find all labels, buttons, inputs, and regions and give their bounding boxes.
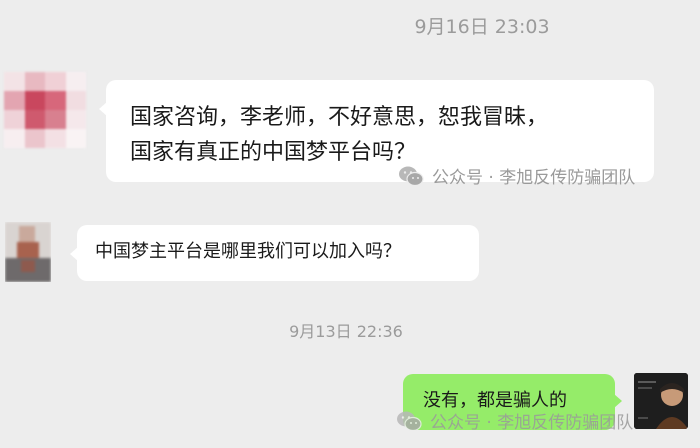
avatar-pixel: [65, 129, 86, 148]
avatar[interactable]: [4, 72, 86, 148]
message-text: 国家咨询，李老师，不好意思，恕我冒昧，: [130, 105, 549, 130]
avatar-pixel: [4, 129, 26, 148]
timestamp: 9月13日 22:36: [289, 322, 403, 341]
avatar-pixel: [65, 91, 86, 111]
avatar-pixel: [4, 72, 26, 92]
watermark-text: 公众号 · 李旭反传防骗团队: [430, 413, 634, 433]
wechat-icon: [397, 411, 422, 431]
avatar-pixel: [24, 91, 46, 111]
avatar-pixel: [24, 72, 46, 92]
avatar-pixel: [65, 110, 86, 130]
message-bubble[interactable]: 中国梦主平台是哪里我们可以加入吗？: [70, 225, 479, 281]
avatar-pixel: [45, 72, 67, 92]
avatar-pixel: [45, 129, 67, 148]
watermark: 公众号 · 李旭反传防骗团队: [396, 408, 633, 433]
avatar[interactable]: [5, 222, 51, 282]
avatar-pixel: [4, 91, 26, 111]
avatar-pixel: [24, 129, 46, 148]
avatar-pixel: [45, 110, 67, 130]
watermark-text: 公众号 · 李旭反传防骗团队: [432, 168, 636, 188]
avatar-pixel: [4, 110, 26, 130]
avatar-pixel: [45, 91, 67, 111]
avatar[interactable]: [634, 373, 688, 429]
avatar-pixel: [65, 72, 86, 92]
avatar-pixel: [24, 110, 46, 130]
watermark: 公众号 · 李旭反传防骗团队: [398, 163, 635, 188]
timestamp: 9月16日 23:03: [414, 16, 550, 38]
wechat-icon: [399, 166, 424, 186]
message-text: 中国梦主平台是哪里我们可以加入吗？: [95, 241, 401, 262]
